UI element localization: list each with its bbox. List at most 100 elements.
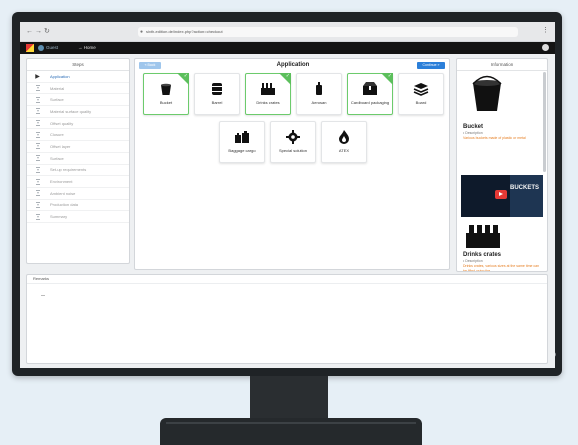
steps-title: Steps [27, 59, 129, 71]
step-item[interactable]: Summary [27, 211, 129, 223]
steps-list: ▶ Application Material Surface Material surf… [27, 71, 129, 223]
app-header: Guest → Home [20, 42, 555, 54]
barrel-icon [195, 82, 239, 96]
info-description: Various buckets made of plastic or metal [463, 136, 526, 140]
step-item[interactable]: Offset quality [27, 118, 129, 130]
step-item[interactable]: Ambient noise [27, 188, 129, 200]
video-thumbnail[interactable]: BUCKETS [461, 175, 543, 217]
step-item[interactable]: Closure [27, 129, 129, 142]
steps-panel: Steps ▶ Application Material Surface Materia… [26, 58, 130, 264]
application-tile[interactable]: Barrel [194, 73, 240, 115]
hourglass-icon [35, 131, 40, 138]
application-tile[interactable]: Cardboard packaging ✓ [347, 73, 393, 115]
back-icon[interactable]: ← [26, 28, 33, 35]
tile-label: Board [415, 100, 427, 105]
cardboard-box-icon [348, 82, 392, 96]
checkmark-icon: ✓ [183, 73, 188, 79]
hourglass-icon [35, 85, 40, 92]
info-heading-2: Drinks crates [463, 252, 502, 258]
info-description-2: Drinks crates, various sizes at the same… [463, 264, 540, 272]
info-heading: Bucket [463, 124, 484, 130]
menu-dots-icon[interactable]: ⋮ [542, 27, 549, 34]
step-label: Offset layer [50, 143, 71, 149]
info-section-bucket: Bucket • Description Various buckets mad… [463, 123, 543, 141]
user-name: Guest [46, 45, 59, 50]
hourglass-icon [35, 166, 40, 173]
step-item[interactable]: Offset layer [27, 141, 129, 153]
reload-icon[interactable]: ↻ [44, 28, 50, 35]
tile-label: Baggage cargo [228, 148, 256, 153]
step-item[interactable]: Production data [27, 200, 129, 212]
hourglass-icon [35, 213, 40, 220]
application-tile[interactable]: Board [398, 73, 444, 115]
home-link[interactable]: → Home [78, 43, 96, 53]
hourglass-icon [35, 96, 40, 103]
board-stack-icon [399, 82, 443, 96]
tile-label: Drinks crates [256, 100, 280, 105]
application-tile[interactable]: Special solution [270, 121, 316, 163]
step-label: Ambient noise [50, 190, 76, 196]
application-tile[interactable]: Drinks crates ✓ [245, 73, 291, 115]
remarks-title: Remarks [27, 275, 547, 284]
tile-label: Bucket [159, 100, 173, 105]
step-label: Set-up requirements [50, 167, 87, 173]
drinks-crate-image [465, 221, 501, 249]
info-section-crates: Drinks crates • Description Drinks crate… [463, 251, 543, 272]
hourglass-icon [35, 120, 40, 127]
step-item[interactable]: ▶ Application [27, 71, 129, 83]
hourglass-icon [35, 155, 40, 162]
play-icon[interactable] [495, 190, 507, 199]
hourglass-icon [35, 108, 40, 115]
tile-label: Special solution [278, 148, 308, 153]
step-item[interactable]: Environment [27, 176, 129, 188]
tile-label: ATEX [338, 148, 350, 153]
video-title: BUCKETS [509, 185, 539, 191]
page-title: Application [276, 62, 310, 68]
drinks-crate-icon [246, 82, 290, 96]
bucket-image [467, 75, 507, 115]
step-label: Surface [50, 97, 64, 103]
checkmark-icon: ✓ [285, 73, 290, 79]
remarks-panel: Remarks [26, 274, 548, 364]
scene: ← → ↻ ● sixth-edition.de/index.php?actio… [0, 0, 578, 445]
flame-icon [322, 130, 366, 144]
step-label: Production data [50, 202, 79, 208]
hourglass-icon [35, 143, 40, 150]
gear-icon [271, 130, 315, 144]
settings-icon[interactable] [542, 44, 549, 51]
user-menu[interactable]: Guest [38, 43, 58, 53]
step-label: Summary [50, 214, 68, 220]
step-item[interactable]: Material surface quality [27, 106, 129, 118]
application-tile[interactable]: Aerosan [296, 73, 342, 115]
step-label: Application [50, 73, 70, 79]
application-panel: « Back Application Continue » Bucket ✓ Bar… [134, 58, 450, 270]
checkmark-icon: ✓ [387, 73, 392, 79]
tile-label: Barrel [211, 100, 223, 105]
step-label: Environment [50, 179, 73, 185]
url-bar[interactable]: ● sixth-edition.de/index.php?action=chec… [138, 27, 518, 37]
remarks-input[interactable] [41, 295, 45, 296]
step-label: Material surface quality [50, 108, 92, 114]
screen: ← → ↻ ● sixth-edition.de/index.php?actio… [20, 22, 555, 368]
lock-icon: ● [140, 29, 144, 35]
step-label: Offset quality [50, 120, 74, 126]
application-tile[interactable]: ATEX [321, 121, 367, 163]
application-tile[interactable]: Baggage cargo [219, 121, 265, 163]
info-title: Information [457, 59, 547, 71]
aerosol-can-icon [297, 82, 341, 96]
info-scrollbar[interactable] [543, 72, 546, 172]
step-item[interactable]: Surface [27, 94, 129, 107]
avatar [38, 44, 44, 51]
step-label: Closure [50, 132, 64, 138]
back-button[interactable]: « Back [139, 62, 161, 69]
hourglass-icon [35, 201, 40, 208]
forward-icon[interactable]: → [35, 28, 42, 35]
application-tile[interactable]: Bucket ✓ [143, 73, 189, 115]
step-item[interactable]: Material [27, 83, 129, 95]
step-label: Surface [50, 155, 64, 161]
step-item[interactable]: Surface [27, 153, 129, 165]
step-item[interactable]: Set-up requirements [27, 165, 129, 177]
continue-button[interactable]: Continue » [417, 62, 445, 69]
step-label: Material [50, 85, 65, 91]
tile-label: Aerosan [311, 100, 327, 105]
